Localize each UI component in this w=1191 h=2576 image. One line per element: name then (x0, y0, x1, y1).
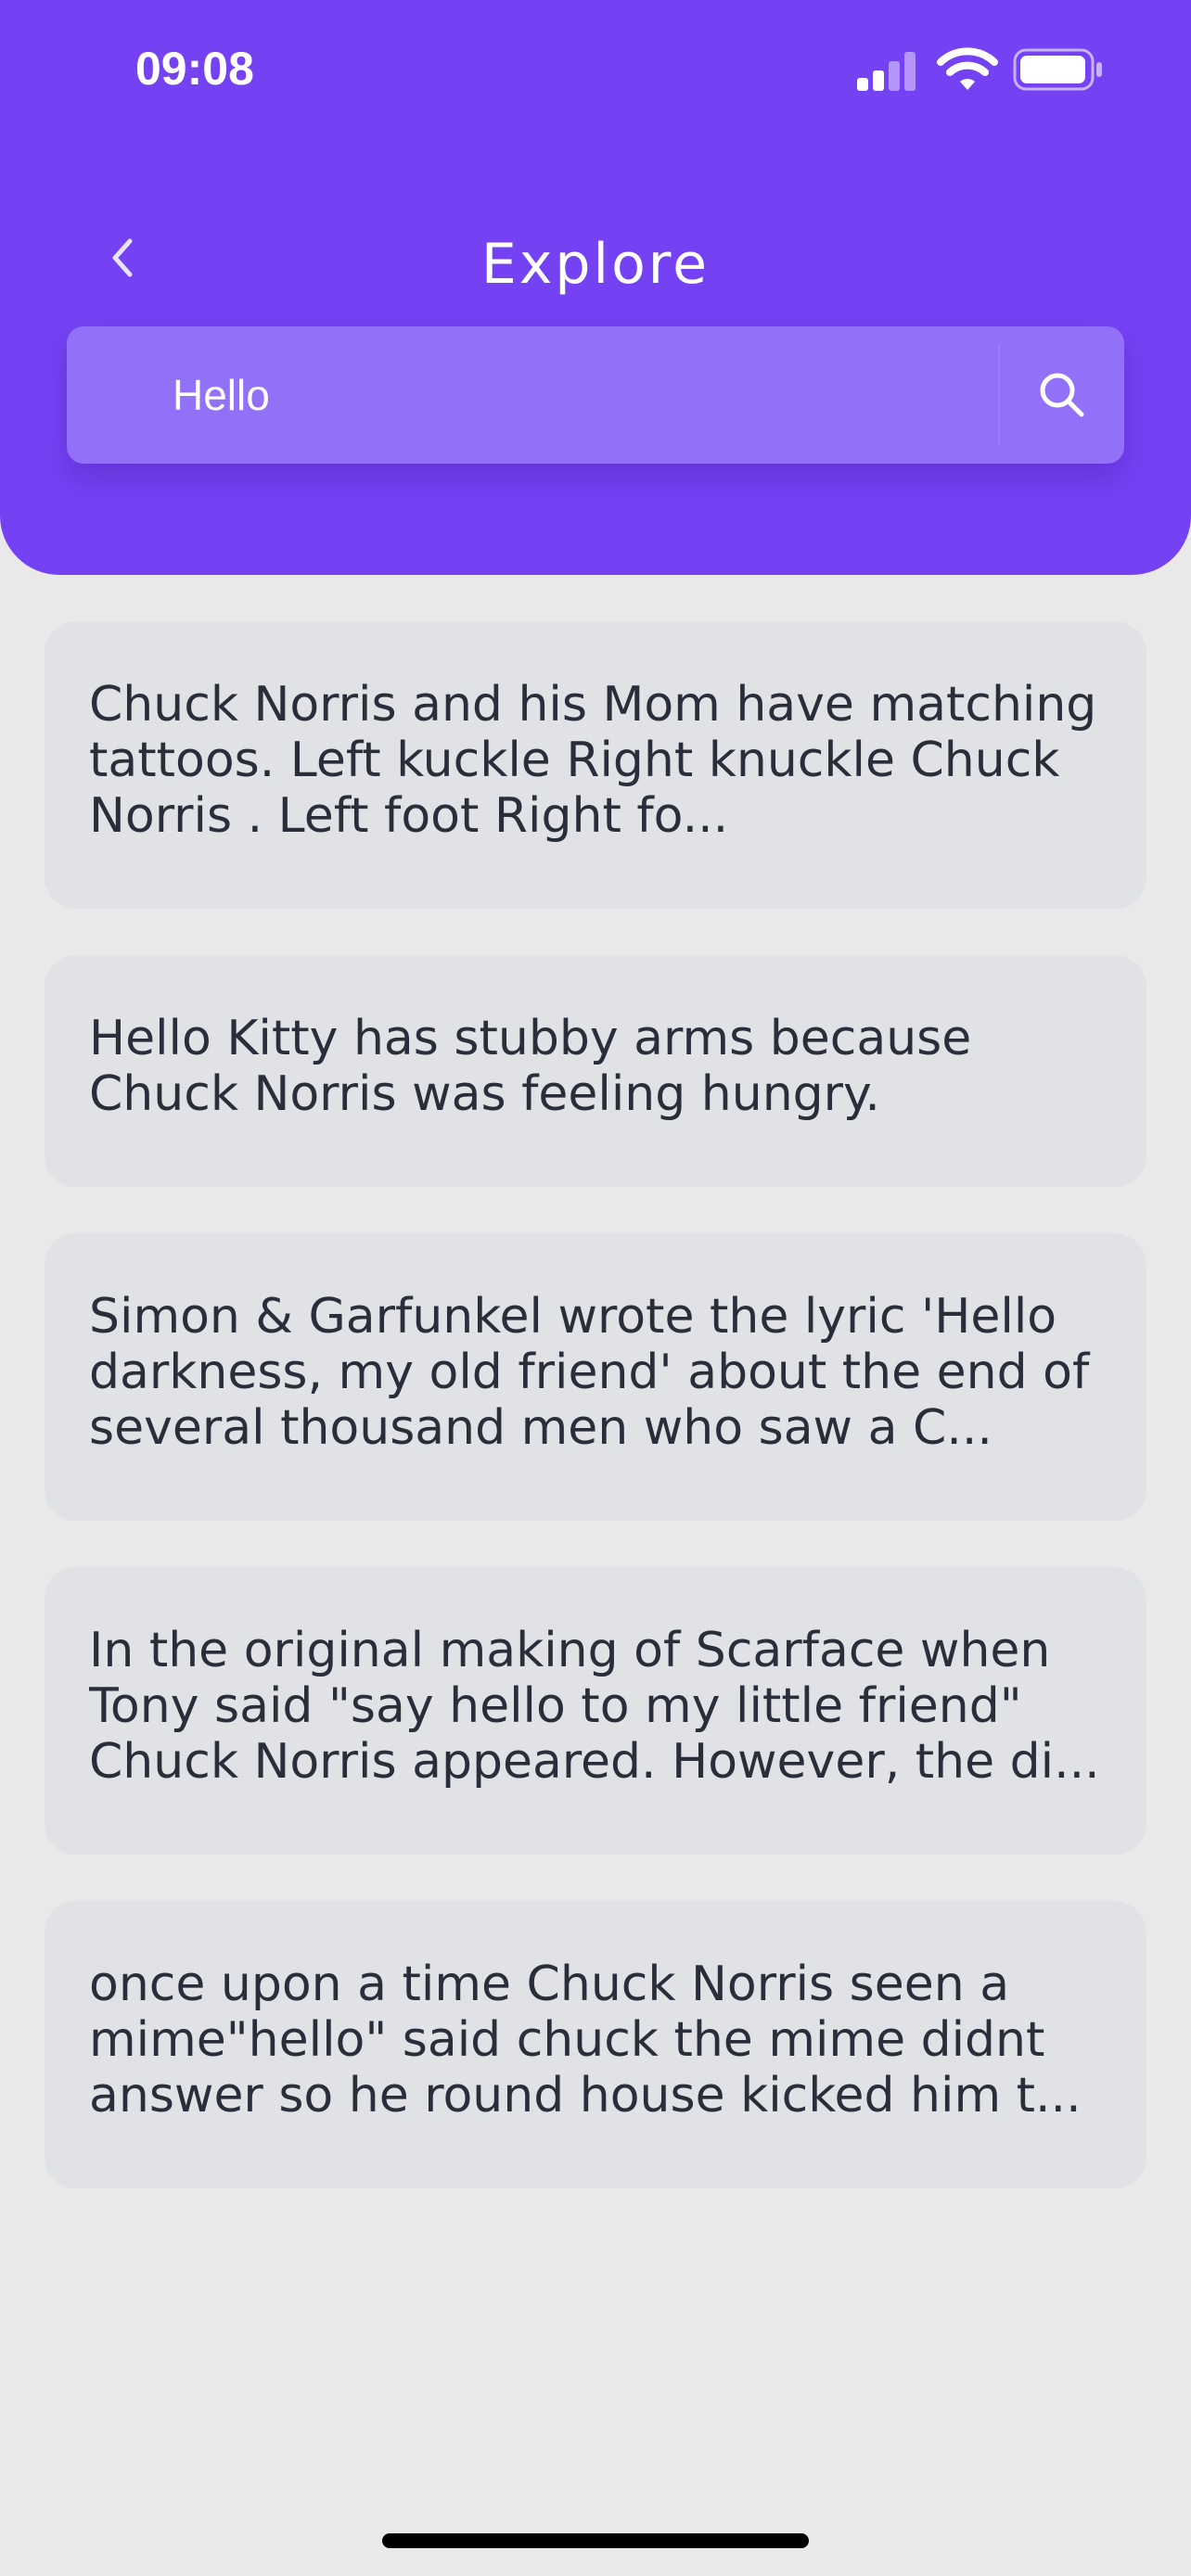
back-button[interactable] (93, 228, 152, 287)
results-list: Chuck Norris and his Mom have matching t… (45, 621, 1146, 2235)
search-input[interactable] (173, 326, 970, 464)
result-text: In the original making of Scarface when … (89, 1623, 1100, 1790)
page-title: Explore (480, 232, 711, 297)
result-card[interactable]: Hello Kitty has stubby arms because Chuc… (45, 955, 1146, 1187)
result-text: once upon a time Chuck Norris seen a mim… (89, 1957, 1082, 2123)
result-card[interactable]: Chuck Norris and his Mom have matching t… (45, 621, 1146, 909)
battery-icon (1013, 48, 1102, 91)
search-bar (67, 326, 1124, 464)
result-text: Hello Kitty has stubby arms because Chuc… (89, 1011, 972, 1122)
result-text: Chuck Norris and his Mom have matching t… (89, 677, 1097, 844)
search-icon (1040, 373, 1084, 417)
cellular-signal-icon (857, 52, 916, 91)
header: 09:08 Explore (0, 0, 1191, 575)
wifi-icon (937, 47, 998, 90)
result-text: Simon & Garfunkel wrote the lyric 'Hello… (89, 1289, 1090, 1456)
result-card[interactable]: Simon & Garfunkel wrote the lyric 'Hello… (45, 1233, 1146, 1521)
result-card[interactable]: In the original making of Scarface when … (45, 1567, 1146, 1855)
search-button[interactable] (1000, 326, 1124, 464)
chevron-left-icon (112, 238, 133, 277)
home-indicator[interactable] (382, 2533, 809, 2548)
status-time: 09:08 (135, 43, 254, 95)
result-card[interactable]: once upon a time Chuck Norris seen a mim… (45, 1901, 1146, 2188)
